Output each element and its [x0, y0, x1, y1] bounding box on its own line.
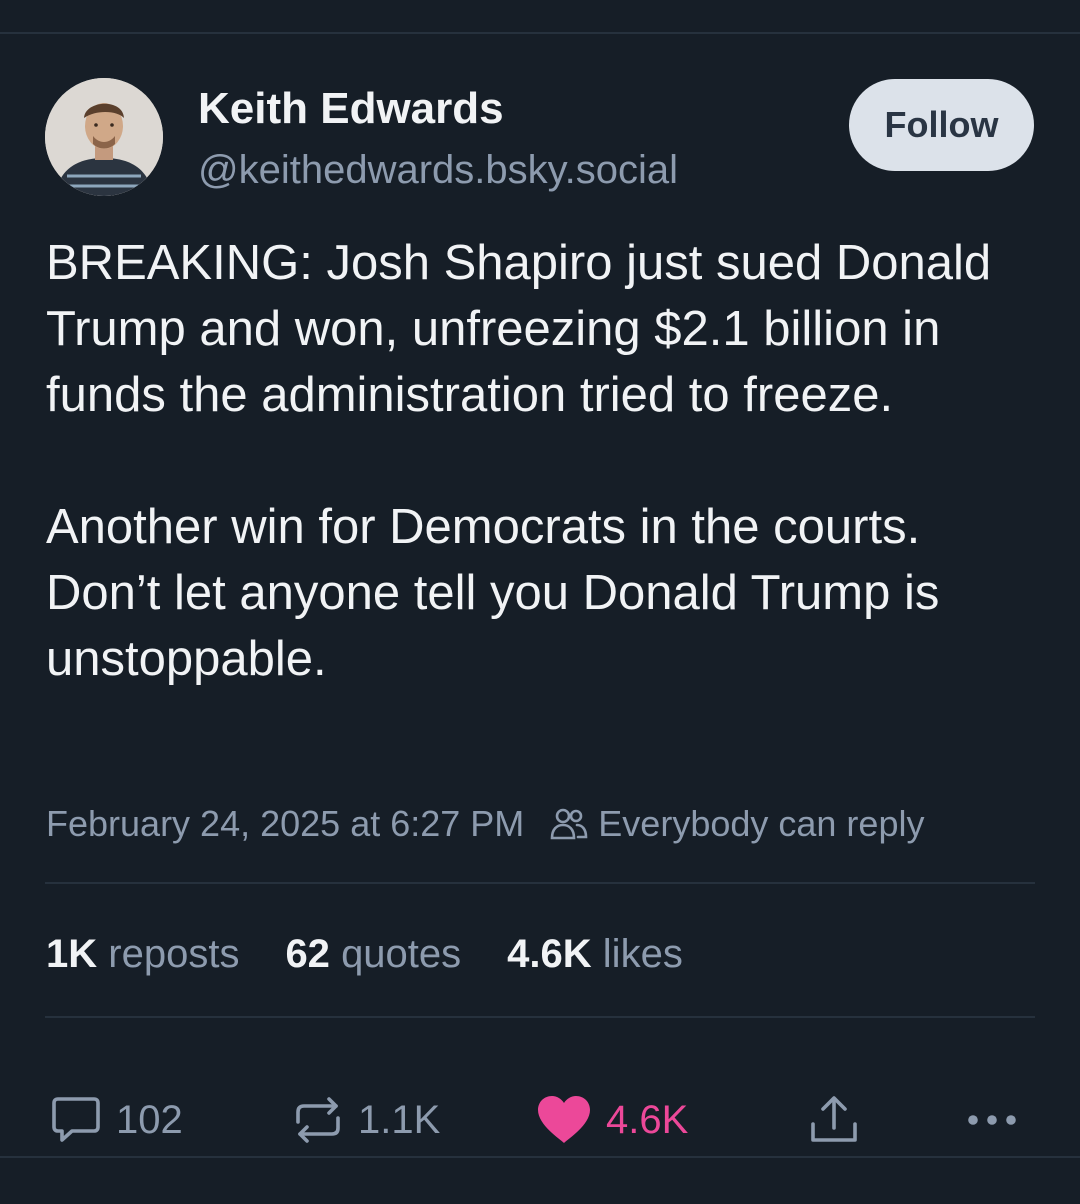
post-meta: February 24, 2025 at 6:27 PM Everybody c…	[46, 800, 924, 848]
quotes-stat[interactable]: 62 quotes	[285, 932, 461, 977]
heart-icon	[536, 1095, 592, 1145]
share-button[interactable]	[808, 1092, 860, 1148]
share-icon	[808, 1094, 860, 1146]
post-paragraph: BREAKING: Josh Shapiro just sued Donald …	[46, 236, 992, 422]
stats-divider-bottom	[45, 1016, 1035, 1018]
reply-button[interactable]: 102	[50, 1092, 183, 1148]
reply-count: 102	[116, 1097, 183, 1142]
follow-button[interactable]: Follow	[849, 79, 1034, 171]
bottom-divider	[0, 1156, 1080, 1158]
avatar[interactable]	[45, 78, 163, 196]
likes-stat[interactable]: 4.6K likes	[507, 932, 683, 977]
people-icon	[550, 807, 588, 841]
like-count: 4.6K	[606, 1097, 689, 1142]
post-paragraph: Another win for Democrats in the courts.…	[46, 500, 940, 686]
avatar-photo-icon	[45, 78, 163, 196]
repost-icon	[292, 1096, 344, 1144]
repost-count: 1.1K	[358, 1097, 441, 1142]
reposts-count: 1K	[46, 931, 98, 976]
quotes-label: quotes	[341, 931, 462, 976]
stats-divider-top	[45, 882, 1035, 884]
reposts-stat[interactable]: 1K reposts	[46, 932, 239, 977]
reposts-label: reposts	[108, 931, 240, 976]
post-text: BREAKING: Josh Shapiro just sued Donald …	[46, 230, 1046, 692]
post-card: Keith Edwards @keithedwards.bsky.social …	[0, 34, 1080, 1158]
quotes-count: 62	[285, 931, 330, 976]
author-handle[interactable]: @keithedwards.bsky.social	[198, 148, 678, 193]
reply-setting[interactable]: Everybody can reply	[598, 803, 924, 845]
repost-button[interactable]: 1.1K	[292, 1092, 440, 1148]
more-options-button[interactable]	[966, 1092, 1018, 1148]
post-timestamp[interactable]: February 24, 2025 at 6:27 PM	[46, 803, 524, 845]
reply-bubble-icon	[50, 1095, 102, 1145]
engagement-stats: 1K reposts 62 quotes 4.6K likes	[46, 926, 729, 982]
likes-count: 4.6K	[507, 931, 592, 976]
author-name[interactable]: Keith Edwards	[198, 84, 504, 134]
more-horizontal-icon	[966, 1113, 1018, 1127]
likes-label: likes	[602, 931, 683, 976]
like-button[interactable]: 4.6K	[536, 1092, 688, 1148]
